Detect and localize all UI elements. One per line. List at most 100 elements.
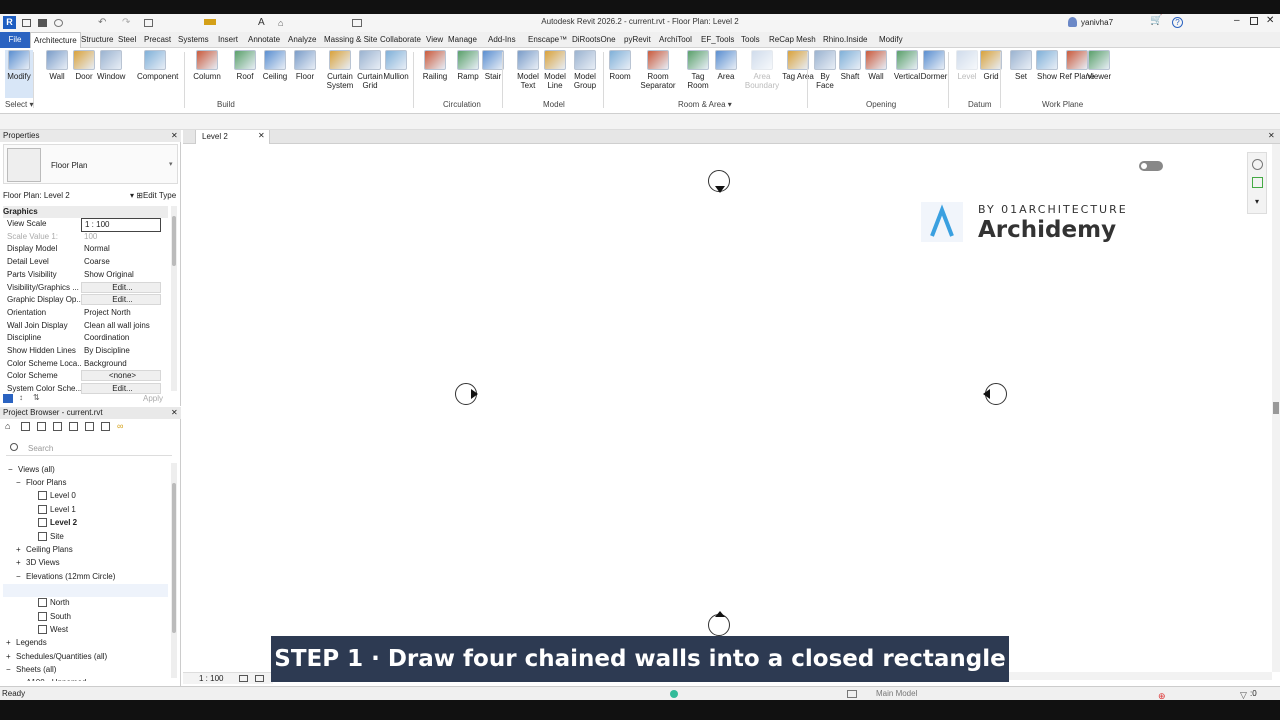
visual-style-icon[interactable]: [255, 675, 264, 682]
tree-node-a100-unnamed[interactable]: A100 - Unnamed: [26, 677, 86, 681]
undo-icon[interactable]: ↶: [98, 17, 106, 28]
cart-icon[interactable]: 🛒: [1150, 15, 1162, 26]
tree-node-site[interactable]: Site: [38, 531, 64, 543]
view-icon[interactable]: [21, 422, 30, 431]
door-button[interactable]: Door: [70, 50, 98, 81]
expand-toggle-icon[interactable]: −: [16, 571, 21, 583]
tab-add-ins[interactable]: Add-Ins: [485, 32, 519, 48]
view-tab-level-2[interactable]: Level 2 ✕: [195, 130, 270, 144]
property-value[interactable]: Coordination: [81, 332, 161, 344]
save-icon[interactable]: [38, 19, 47, 27]
close-icon[interactable]: ✕: [1266, 15, 1274, 26]
area-button[interactable]: Area: [712, 50, 740, 81]
open-icon[interactable]: [22, 19, 31, 27]
revit-logo-icon[interactable]: R: [3, 16, 16, 29]
ramp-button[interactable]: Ramp: [454, 50, 482, 81]
text-icon[interactable]: A: [258, 17, 265, 28]
tree-node-floor-plans[interactable]: − Floor Plans: [16, 477, 66, 489]
model-group-button[interactable]: Model Group: [567, 50, 603, 90]
tab-structure[interactable]: Structure: [78, 32, 116, 48]
edit-button[interactable]: <none>: [81, 370, 161, 382]
floor-button[interactable]: Floor: [291, 50, 319, 81]
expand-toggle-icon[interactable]: +: [16, 557, 21, 569]
elevation-marker-north[interactable]: [708, 170, 730, 193]
room-button[interactable]: Room: [606, 50, 634, 81]
close-all-tabs-icon[interactable]: ✕: [1268, 131, 1275, 140]
restore-icon[interactable]: [1250, 17, 1258, 25]
roof-button[interactable]: Roof: [231, 50, 259, 81]
sheet-icon[interactable]: [37, 422, 46, 431]
chevron-down-icon[interactable]: ▾: [169, 160, 173, 168]
tree-node-south[interactable]: South: [38, 611, 71, 623]
user-name[interactable]: yanivha7: [1081, 18, 1113, 27]
tab-recap-mesh[interactable]: ReCap Mesh: [766, 32, 819, 48]
browser-search-field[interactable]: Search: [6, 442, 172, 456]
tree-node-schedules-quantities-all-[interactable]: + Schedules/Quantities (all): [6, 651, 107, 663]
tree-node-3d-views[interactable]: +3D Views: [16, 557, 60, 569]
worksets-icon[interactable]: [670, 690, 678, 698]
ceiling-button[interactable]: Ceiling: [261, 50, 289, 81]
panel-select[interactable]: Select ▾: [5, 100, 33, 109]
tree-node-elevations-12mm-circle-[interactable]: − Elevations (12mm Circle): [16, 571, 115, 583]
tab-architecture[interactable]: Architecture: [30, 32, 81, 48]
panel-room-area[interactable]: Room & Area ▾: [678, 100, 732, 109]
column-button[interactable]: Column: [193, 50, 221, 81]
tab-massing-site[interactable]: Massing & Site: [321, 32, 380, 48]
measure-icon[interactable]: [204, 19, 216, 25]
property-value[interactable]: Background: [81, 358, 161, 370]
property-value[interactable]: Show Original: [81, 269, 161, 281]
tab-analyze[interactable]: Analyze: [285, 32, 319, 48]
property-value[interactable]: Project North: [81, 307, 161, 319]
dormer-button[interactable]: Dormer: [920, 50, 948, 81]
group-icon[interactable]: [85, 422, 94, 431]
tab-file[interactable]: File: [0, 32, 30, 48]
tab-ef-tools[interactable]: EF_Tools: [698, 32, 737, 48]
set-button[interactable]: Set: [1007, 50, 1035, 81]
view-scale-label[interactable]: 1 : 100: [199, 674, 223, 683]
tab-precast[interactable]: Precast: [141, 32, 174, 48]
design-options-icon[interactable]: [847, 690, 857, 698]
show-button[interactable]: Show: [1033, 50, 1061, 81]
close-properties-icon[interactable]: ✕: [171, 130, 178, 142]
expand-toggle-icon[interactable]: −: [16, 477, 21, 489]
zoom-icon[interactable]: [1252, 177, 1263, 188]
tab-rhino-inside[interactable]: Rhino.Inside: [820, 32, 870, 48]
tab-annotate[interactable]: Annotate: [245, 32, 283, 48]
tab-modify[interactable]: Modify: [876, 32, 906, 48]
railing-button[interactable]: Railing: [421, 50, 449, 81]
properties-filter-icon[interactable]: [3, 394, 13, 403]
tree-node-level-0[interactable]: Level 0: [38, 490, 76, 502]
elevation-marker-east[interactable]: [983, 383, 1007, 405]
close-tab-icon[interactable]: ✕: [258, 131, 265, 140]
expand-toggle-icon[interactable]: +: [16, 544, 21, 556]
apply-button[interactable]: Apply: [143, 394, 163, 403]
mullion-button[interactable]: Mullion: [382, 50, 410, 81]
window-button[interactable]: Window: [97, 50, 125, 81]
tab-tools[interactable]: Tools: [738, 32, 763, 48]
tree-node-sheets-all-[interactable]: − Sheets (all): [6, 664, 56, 676]
expand-toggle-icon[interactable]: +: [6, 651, 11, 663]
tab-dirootsone[interactable]: DiRootsOne: [569, 32, 619, 48]
edit-button[interactable]: Edit...: [81, 281, 161, 293]
edit-button[interactable]: Edit...: [81, 383, 161, 395]
close-browser-icon[interactable]: ✕: [171, 407, 178, 419]
area-boundary-button[interactable]: Area Boundary: [744, 50, 780, 90]
tree-node-north[interactable]: North: [38, 597, 70, 609]
property-value[interactable]: By Discipline: [81, 345, 161, 357]
minimize-icon[interactable]: –: [1234, 15, 1240, 26]
family-icon[interactable]: [69, 422, 78, 431]
expand-toggle-icon[interactable]: −: [8, 464, 13, 476]
user-icon[interactable]: [1068, 17, 1077, 27]
tree-node-ceiling-plans[interactable]: + Ceiling Plans: [16, 544, 73, 556]
main-model-label[interactable]: Main Model: [876, 687, 917, 701]
elevation-marker-west[interactable]: [455, 383, 478, 405]
wall-button[interactable]: Wall: [862, 50, 890, 81]
tab-steel[interactable]: Steel: [115, 32, 139, 48]
tab-collaborate[interactable]: Collaborate: [377, 32, 424, 48]
browser-scrollbar[interactable]: [171, 463, 177, 678]
home-icon[interactable]: ⌂: [5, 421, 10, 431]
3d-view-icon[interactable]: ⌂: [278, 18, 283, 28]
redo-icon[interactable]: ↷: [122, 17, 130, 28]
switch-windows-icon[interactable]: [352, 19, 362, 27]
modify-button[interactable]: Modify: [5, 50, 33, 98]
